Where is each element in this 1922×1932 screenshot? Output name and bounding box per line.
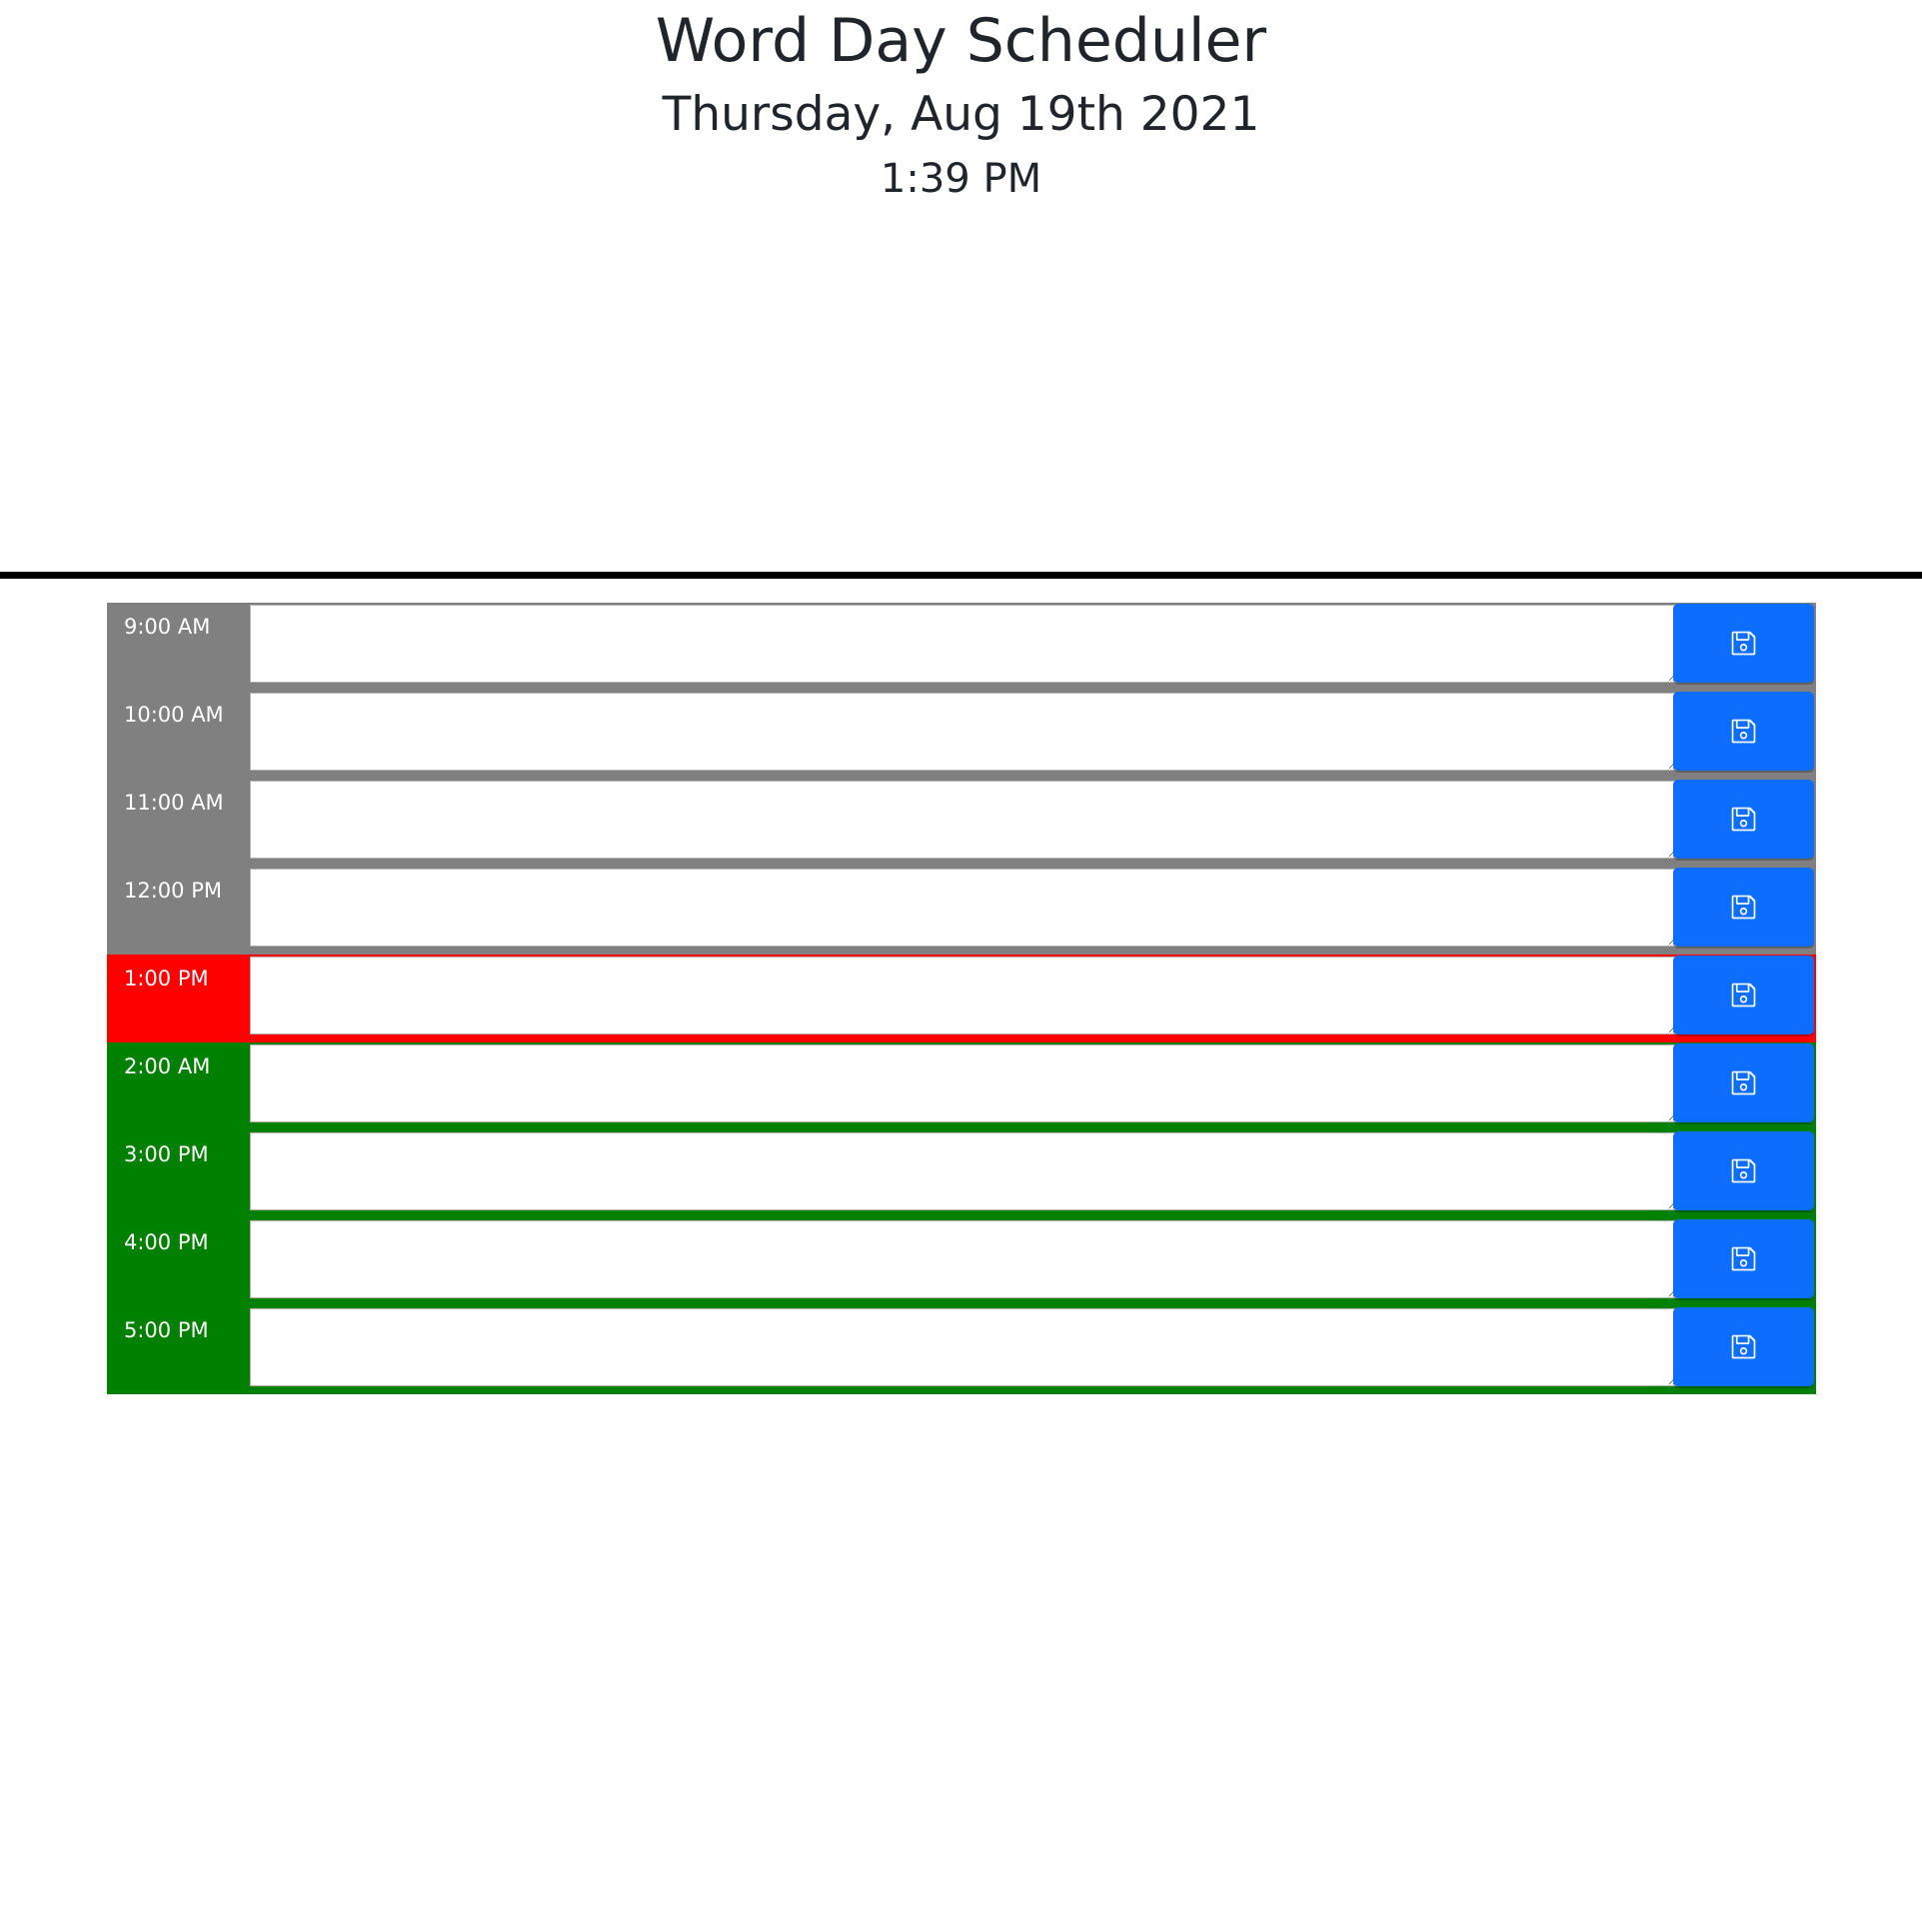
task-input[interactable] bbox=[250, 1132, 1678, 1210]
task-input[interactable] bbox=[250, 1308, 1678, 1386]
save-icon bbox=[1730, 894, 1757, 921]
save-button[interactable] bbox=[1673, 1131, 1814, 1210]
save-button[interactable] bbox=[1673, 956, 1814, 1034]
save-icon bbox=[1730, 1245, 1757, 1272]
save-button[interactable] bbox=[1673, 1043, 1814, 1122]
time-block-row: 2:00 AM bbox=[107, 1042, 1816, 1130]
hour-label: 11:00 AM bbox=[124, 791, 224, 815]
task-input[interactable] bbox=[250, 957, 1678, 1034]
current-date: Thursday, Aug 19th 2021 bbox=[662, 87, 1260, 142]
time-block-row: 9:00 AM bbox=[107, 603, 1816, 691]
task-input[interactable] bbox=[250, 1044, 1678, 1122]
hour-label: 3:00 PM bbox=[124, 1142, 209, 1166]
header-divider bbox=[0, 572, 1922, 579]
hour-label: 9:00 AM bbox=[124, 615, 211, 639]
schedule-list: 9:00 AM 10:00 AM 11:00 AM 12:00 PM 1:00 … bbox=[107, 603, 1816, 1394]
save-icon bbox=[1730, 630, 1757, 657]
hour-label: 1:00 PM bbox=[124, 966, 209, 990]
hour-label: 4:00 PM bbox=[124, 1230, 209, 1254]
task-input[interactable] bbox=[250, 693, 1678, 771]
task-input[interactable] bbox=[250, 605, 1678, 683]
save-button[interactable] bbox=[1673, 1219, 1814, 1298]
save-button[interactable] bbox=[1673, 692, 1814, 771]
save-icon bbox=[1730, 1157, 1757, 1184]
task-input[interactable] bbox=[250, 1220, 1678, 1298]
hour-label: 10:00 AM bbox=[124, 703, 224, 727]
save-icon bbox=[1730, 806, 1757, 833]
time-block-row: 12:00 PM bbox=[107, 867, 1816, 955]
save-icon bbox=[1730, 1069, 1757, 1096]
hour-label: 12:00 PM bbox=[124, 879, 222, 903]
save-button[interactable] bbox=[1673, 1307, 1814, 1386]
time-block-row: 5:00 PM bbox=[107, 1306, 1816, 1394]
save-icon bbox=[1730, 1333, 1757, 1360]
time-block-row: 10:00 AM bbox=[107, 691, 1816, 779]
time-block-row: 1:00 PM bbox=[107, 955, 1816, 1042]
hour-label: 5:00 PM bbox=[124, 1318, 209, 1342]
time-block-row: 11:00 AM bbox=[107, 779, 1816, 867]
save-icon bbox=[1730, 981, 1757, 1008]
time-block-row: 4:00 PM bbox=[107, 1218, 1816, 1306]
time-block-row: 3:00 PM bbox=[107, 1130, 1816, 1218]
task-input[interactable] bbox=[250, 781, 1678, 859]
save-button[interactable] bbox=[1673, 780, 1814, 859]
page-title: Word Day Scheduler bbox=[655, 6, 1267, 76]
hour-label: 2:00 AM bbox=[124, 1054, 211, 1078]
save-button[interactable] bbox=[1673, 604, 1814, 683]
save-button[interactable] bbox=[1673, 868, 1814, 947]
current-time: 1:39 PM bbox=[880, 156, 1042, 202]
task-input[interactable] bbox=[250, 869, 1678, 947]
save-icon bbox=[1730, 718, 1757, 745]
